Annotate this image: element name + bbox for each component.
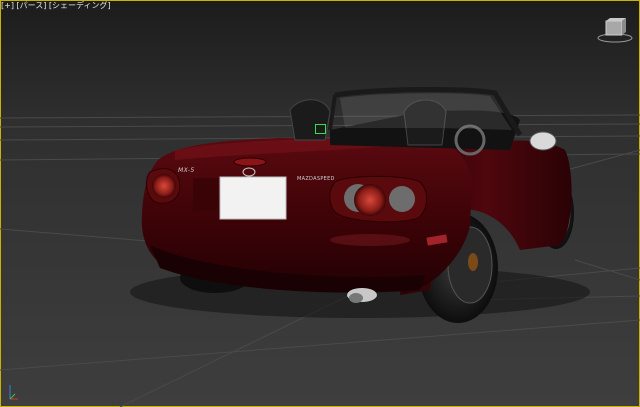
model-badge: MX-5	[178, 167, 195, 174]
taillight-left	[146, 168, 181, 204]
viewport-label: [+] [パース] [シェーディング]	[1, 0, 111, 11]
license-plate	[219, 176, 287, 220]
viewport-shading-menu[interactable]: [シェーディング]	[49, 1, 111, 10]
viewport-menu-plus[interactable]: [+]	[1, 1, 14, 10]
viewcube-icon[interactable]	[596, 18, 634, 44]
plate-recess-left	[193, 178, 218, 211]
selection-marker[interactable]	[315, 124, 326, 134]
viewport-scene	[0, 86, 640, 407]
viewport-view-menu[interactable]: [パース]	[17, 1, 47, 10]
taillight-right	[329, 175, 427, 223]
axis-tripod-icon	[9, 385, 18, 400]
perspective-viewport[interactable]: MX-5 MAZDASPEED [+] [パース] [シェーディング]	[0, 0, 640, 407]
side-mirror	[529, 131, 557, 151]
trim-badge: MAZDASPEED	[297, 176, 335, 182]
